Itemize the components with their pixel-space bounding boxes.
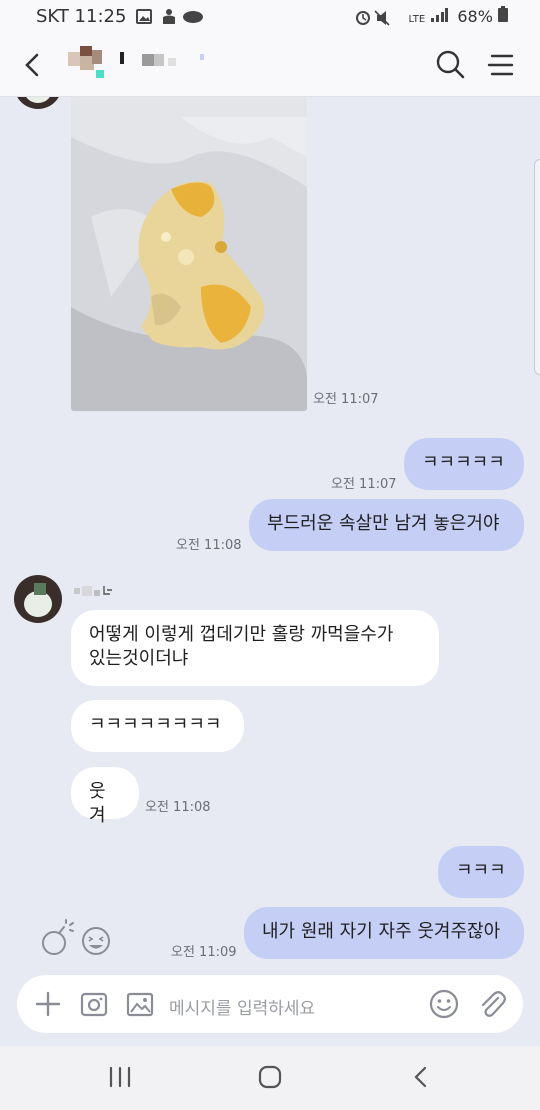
- incoming-message[interactable]: ㅋㅋㅋㅋㅋㅋㅋㅋ: [71, 700, 244, 752]
- photo-message[interactable]: [71, 97, 307, 411]
- scrollbar[interactable]: [534, 159, 540, 375]
- incoming-message[interactable]: 어떻게 이렇게 껍데기만 홀랑 까먹을수가 있는것이더냐: [71, 610, 439, 686]
- avatar[interactable]: [14, 575, 62, 623]
- battery-percent: 68%: [457, 7, 493, 26]
- signal-icon: [431, 8, 449, 22]
- outgoing-message[interactable]: ㅋㅋㅋㅋㅋ: [404, 438, 524, 490]
- quick-reaction-icons: [42, 919, 110, 955]
- status-bar: SKT 11:25 LTE 68%: [0, 0, 540, 34]
- chat-area[interactable]: 오전 11:07 ㅋㅋㅋㅋㅋ 오전 11:07 부드러운 속살만 남겨 놓은거야…: [0, 97, 540, 975]
- recent-apps-icon[interactable]: [108, 1066, 132, 1088]
- message-text: 웃겨: [89, 781, 106, 826]
- cloud-icon: [183, 11, 203, 23]
- android-icon: [163, 9, 175, 24]
- message-text-line: 있는것이더냐: [89, 648, 189, 669]
- message-input-bar[interactable]: 메시지를 입력하세요: [17, 975, 523, 1033]
- back-arrow-icon[interactable]: [18, 50, 48, 80]
- incoming-message[interactable]: 웃겨: [71, 767, 139, 826]
- network-type: LTE: [408, 14, 426, 25]
- message-time: 오전 11:07: [313, 392, 379, 407]
- message-input[interactable]: 메시지를 입력하세요: [169, 994, 315, 1019]
- message-text: 부드러운 속살만 남겨 놓은거야: [267, 513, 500, 534]
- bomb-icon: [42, 919, 74, 955]
- chat-title-blurred[interactable]: [66, 42, 216, 86]
- message-time: 오전 11:08: [145, 800, 211, 815]
- gallery-icon[interactable]: [126, 991, 154, 1017]
- message-text: ㅋㅋㅋㅋㅋ: [422, 452, 505, 473]
- camera-icon[interactable]: [80, 991, 108, 1017]
- plus-icon[interactable]: [35, 991, 61, 1017]
- system-nav-bar: [0, 1046, 540, 1110]
- message-time: 오전 11:09: [171, 945, 237, 960]
- search-icon[interactable]: [434, 48, 466, 80]
- sender-name-blurred: [74, 586, 112, 596]
- alarm-mute-icons: [356, 9, 391, 26]
- outgoing-message[interactable]: 내가 원래 자기 자주 웃겨주잖아: [244, 907, 524, 959]
- menu-icon[interactable]: [486, 50, 516, 80]
- message-time: 오전 11:07: [331, 477, 397, 492]
- image-icon: [136, 9, 152, 24]
- laughing-emoji-icon: [82, 927, 110, 955]
- home-icon[interactable]: [258, 1065, 282, 1089]
- message-text: ㅋㅋㅋㅋㅋㅋㅋㅋ: [89, 714, 222, 735]
- notification-icons: [136, 9, 203, 24]
- message-text-line: 어떻게 이렇게 껍데기만 홀랑 까먹을수가: [89, 624, 394, 645]
- battery-icon: [498, 6, 508, 22]
- message-time: 오전 11:08: [176, 538, 242, 553]
- avatar[interactable]: [14, 97, 62, 109]
- outgoing-message[interactable]: 부드러운 속살만 남겨 놓은거야: [249, 499, 524, 551]
- outgoing-message[interactable]: ㅋㅋㅋ: [438, 846, 524, 898]
- emoji-icon[interactable]: [429, 989, 459, 1019]
- status-time: SKT 11:25: [36, 6, 127, 27]
- message-text: 내가 원래 자기 자주 웃겨주잖아: [262, 921, 501, 942]
- back-icon[interactable]: [410, 1065, 432, 1089]
- attach-icon[interactable]: [477, 989, 507, 1019]
- status-right: LTE 68%: [355, 6, 508, 26]
- message-text: ㅋㅋㅋ: [456, 860, 506, 881]
- chat-header: [0, 34, 540, 97]
